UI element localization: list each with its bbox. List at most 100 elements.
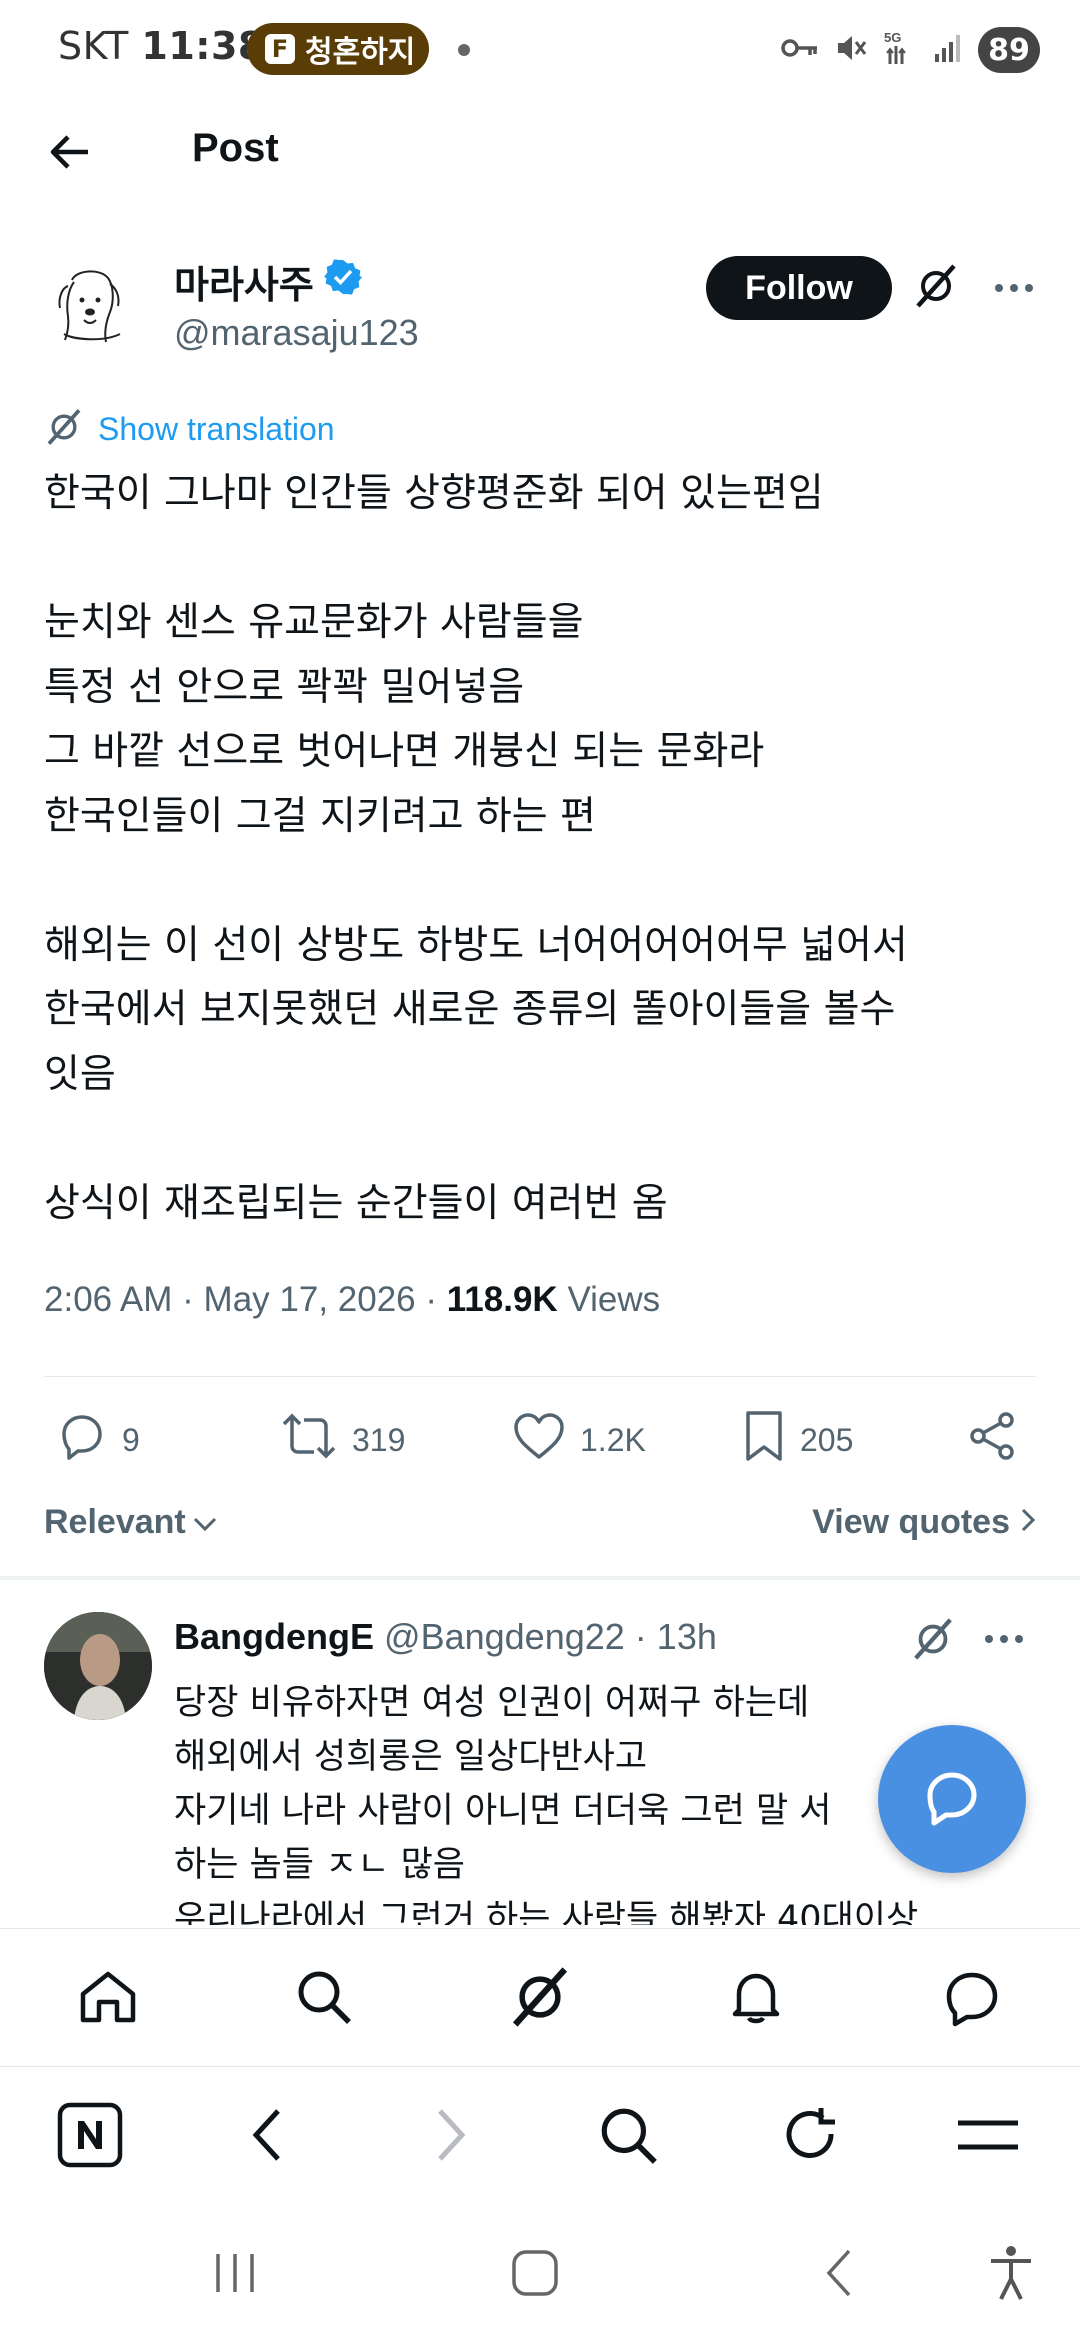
live-activity-pill[interactable]: F 청혼하지 [247, 23, 429, 75]
accessibility-button[interactable] [976, 2240, 1046, 2310]
browser-search-icon [596, 2103, 660, 2171]
divider [44, 1376, 1036, 1377]
reply-button[interactable]: 9 [56, 1400, 140, 1480]
grok-icon [912, 262, 960, 314]
reply-more-button[interactable] [984, 1616, 1024, 1666]
recents-button[interactable] [200, 2240, 270, 2310]
recents-icon [210, 2250, 260, 2300]
grok-button[interactable] [906, 258, 966, 318]
meta-separator: · [634, 1616, 657, 1657]
status-icons: 5G 89 [780, 22, 1040, 78]
author-name-text: 마라사주 [174, 263, 314, 307]
browser-menu-button[interactable] [950, 2099, 1026, 2175]
browser-search-button[interactable] [590, 2099, 666, 2175]
grok-translate-icon [44, 407, 84, 451]
post-author: 마라사주 @marasaju123 Follow [0, 236, 1080, 366]
top-bar: Post [0, 100, 1080, 208]
like-button[interactable]: 1.2K [512, 1400, 646, 1480]
signal-5g-icon: 5G [882, 28, 918, 72]
post-blank-line [44, 849, 1044, 914]
tab-grok[interactable] [504, 1963, 576, 2035]
pill-text: 청혼하지 [305, 35, 416, 70]
bookmark-icon [742, 1409, 786, 1471]
reload-button[interactable] [772, 2099, 848, 2175]
post-date: May 17, 2026 [203, 1280, 416, 1319]
grok-icon [910, 1618, 956, 1666]
more-options-button[interactable] [984, 258, 1044, 318]
arrow-left-icon [48, 130, 92, 178]
reload-icon [779, 2104, 841, 2170]
chevron-down-icon [192, 1503, 218, 1542]
tab-notifications[interactable] [720, 1963, 792, 2035]
post-line: 특정 선 안으로 꽉꽉 밀어넣음 [44, 664, 525, 710]
browser-forward-icon [430, 2105, 470, 2169]
repost-count: 319 [352, 1421, 406, 1458]
system-back-icon [821, 2245, 857, 2305]
chevron-right-icon [1020, 1503, 1036, 1542]
system-home-button[interactable] [500, 2240, 570, 2310]
browser-back-icon [248, 2105, 288, 2169]
app-f-icon: F [265, 34, 295, 64]
post-line: 해외는 이 선이 상방도 하방도 너어어어어어무 넓어서 [44, 922, 908, 968]
home-icon [77, 1966, 139, 2032]
reply-author-name[interactable]: BangdengE [174, 1616, 374, 1657]
notifications-icon [725, 1966, 787, 2032]
battery-indicator: 89 [978, 27, 1040, 73]
naver-home-button[interactable] [52, 2099, 128, 2175]
reply-avatar[interactable] [44, 1612, 152, 1720]
home-button-icon [509, 2247, 561, 2303]
browser-forward-button[interactable] [412, 2099, 488, 2175]
post-line: 상식이 재조립되는 순간들이 여러번 옴 [44, 1180, 668, 1226]
author-avatar[interactable] [44, 256, 140, 352]
share-button[interactable] [966, 1400, 1018, 1480]
show-translation-link[interactable]: Show translation [44, 404, 335, 454]
meta-separator: · [182, 1280, 204, 1319]
view-quotes-label: View quotes [812, 1503, 1010, 1541]
search-icon [293, 1966, 355, 2032]
reply-author-handle[interactable]: @Bangdeng22 [384, 1616, 625, 1657]
post-blank-line [44, 527, 1044, 592]
relevant-label: Relevant [44, 1503, 186, 1541]
back-button[interactable] [38, 122, 102, 186]
bookmark-button[interactable]: 205 [742, 1400, 853, 1480]
views-label: Views [567, 1280, 661, 1319]
tab-home[interactable] [72, 1963, 144, 2035]
status-bar: SKT 11:38 F 청혼하지 5G 89 [0, 0, 1080, 100]
author-name[interactable]: 마라사주 [174, 254, 362, 309]
menu-icon [955, 2115, 1021, 2159]
browser-back-button[interactable] [230, 2099, 306, 2175]
show-translation-label: Show translation [98, 410, 335, 447]
more-horizontal-icon [994, 279, 1034, 298]
grok-icon [507, 1964, 573, 2034]
like-count: 1.2K [580, 1421, 646, 1458]
author-handle[interactable]: @marasaju123 [174, 312, 419, 354]
system-back-button[interactable] [804, 2240, 874, 2310]
verified-badge-icon [323, 258, 362, 305]
naver-icon [56, 2101, 124, 2173]
notification-dot [458, 44, 470, 56]
post-blank-line [44, 1107, 1044, 1172]
views-count[interactable]: 118.9K [447, 1280, 558, 1319]
reply-grok-button[interactable] [910, 1616, 956, 1666]
reply-line: 우리나라에서 그런거 하는 사람들 해봤자 40대이상 [174, 1899, 919, 1925]
repost-icon [280, 1410, 338, 1470]
sort-relevant-dropdown[interactable]: Relevant [44, 1503, 218, 1542]
reply-icon [56, 1410, 108, 1470]
status-carrier: SKT 11:38 [58, 24, 265, 68]
post-text: 한국이 그나마 인간들 상향평준화 되어 있는편임 눈치와 센스 유교문화가 사… [44, 462, 1044, 1236]
meta-separator: · [425, 1280, 447, 1319]
messages-icon [941, 1966, 1003, 2032]
follow-button[interactable]: Follow [706, 256, 892, 320]
tab-search[interactable] [288, 1963, 360, 2035]
post-line: 한국에서 보지못했던 새로운 종류의 똘아이들을 볼수 [44, 987, 896, 1032]
browser-toolbar [0, 2066, 1080, 2204]
signal-bars-icon [932, 32, 964, 68]
compose-reply-fab[interactable] [878, 1725, 1026, 1873]
post-actions: 9 319 1.2K 205 [0, 1400, 1080, 1480]
system-navigation-bar [0, 2204, 1080, 2340]
mute-icon [834, 31, 868, 69]
view-quotes-link[interactable]: View quotes [812, 1503, 1036, 1542]
tab-messages[interactable] [936, 1963, 1008, 2035]
repost-button[interactable]: 319 [280, 1400, 405, 1480]
key-icon [780, 34, 820, 66]
